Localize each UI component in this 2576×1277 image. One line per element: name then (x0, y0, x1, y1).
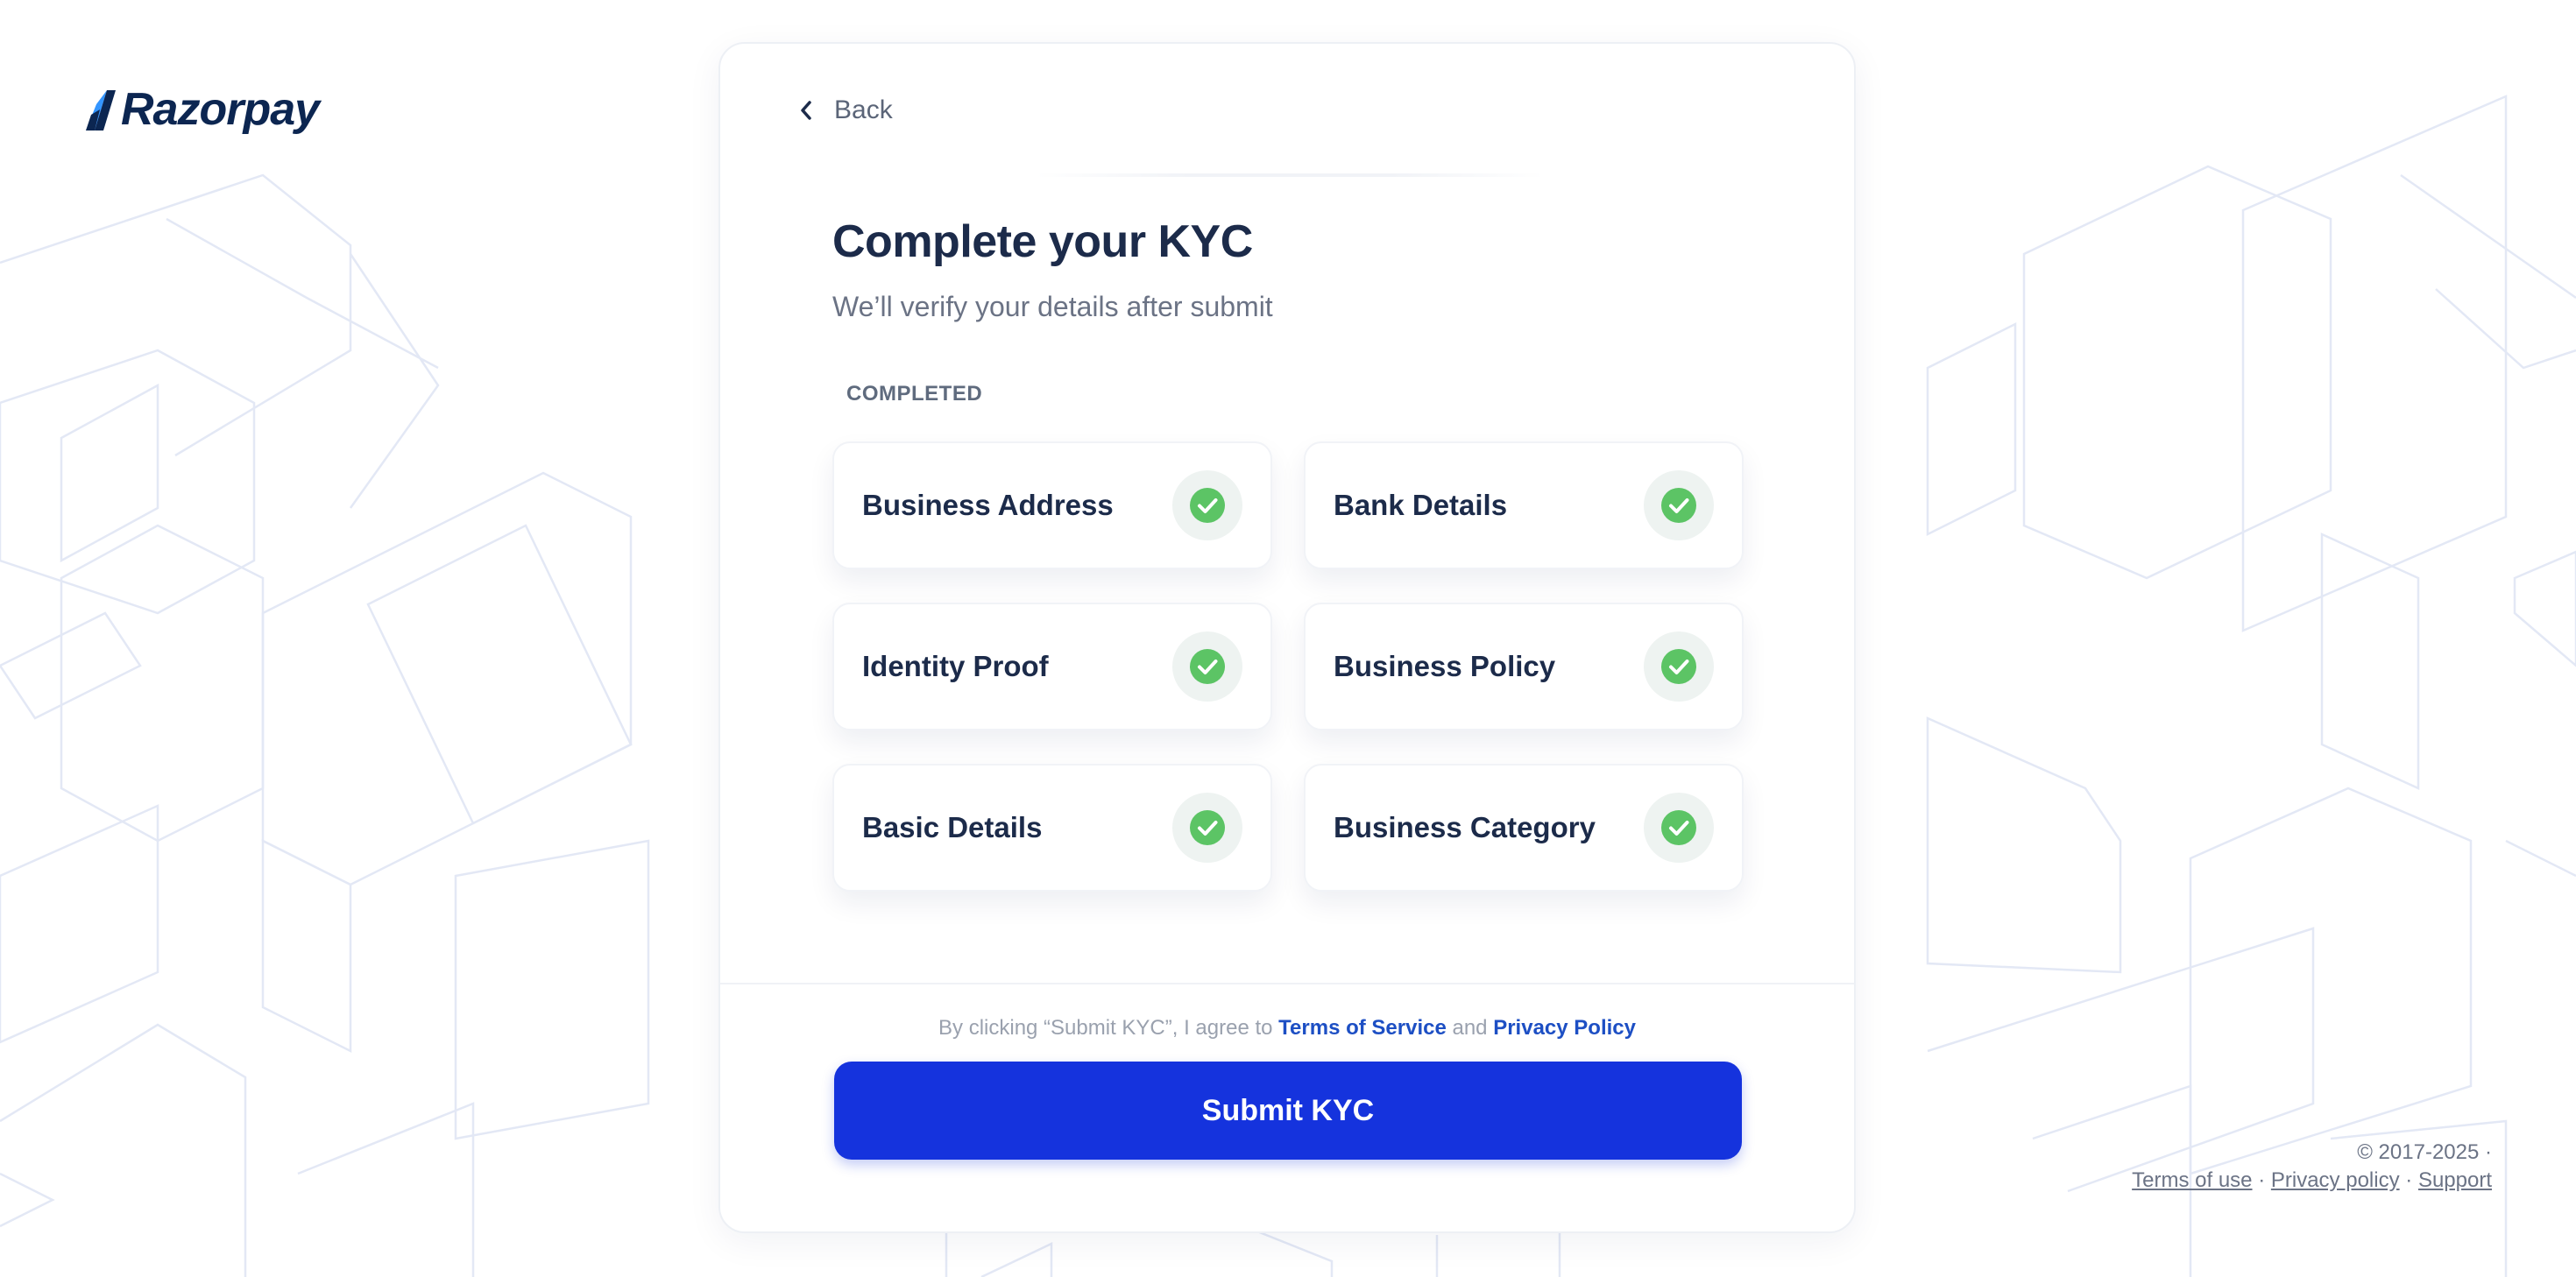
privacy-policy-link[interactable]: Privacy Policy (1493, 1016, 1636, 1040)
copyright-text: © 2017-2025 · (2357, 1140, 2492, 1164)
footer-separator: · (2258, 1168, 2266, 1192)
step-card-basic-details[interactable]: Basic Details (832, 764, 1272, 892)
step-card-bank-details[interactable]: Bank Details (1304, 441, 1744, 569)
razorpay-logo-icon (86, 90, 116, 131)
step-label: Identity Proof (862, 650, 1049, 682)
section-label-completed: COMPLETED (846, 382, 983, 406)
step-card-business-policy[interactable]: Business Policy (1304, 603, 1744, 730)
completed-steps-grid: Business Address Bank Details Identity P… (832, 441, 1744, 892)
kyc-page: Razorpay Back Complete your KYC We’ll ve… (0, 0, 2576, 1277)
chevron-left-icon (801, 101, 811, 120)
submit-kyc-button[interactable]: Submit KYC (834, 1062, 1742, 1160)
page-subtitle: We’ll verify your details after submit (832, 291, 1273, 322)
step-card-business-address[interactable]: Business Address (832, 441, 1272, 569)
card-footer-divider (720, 983, 1854, 984)
check-circle-icon (1644, 631, 1714, 702)
footer-separator: · (2405, 1168, 2413, 1192)
privacy-policy-footer-link[interactable]: Privacy policy (2271, 1168, 2400, 1192)
back-button[interactable]: Back (799, 93, 893, 128)
check-circle-icon (1644, 793, 1714, 863)
check-circle-icon (1172, 631, 1242, 702)
check-circle-icon (1172, 793, 1242, 863)
check-circle-icon (1644, 470, 1714, 540)
step-label: Bank Details (1334, 489, 1508, 521)
step-card-identity-proof[interactable]: Identity Proof (832, 603, 1272, 730)
step-label: Business Address (862, 489, 1114, 521)
progress-divider (1036, 173, 1544, 177)
step-label: Business Category (1334, 811, 1596, 843)
page-footer: © 2017-2025 · Terms of use · Privacy pol… (2132, 1139, 2492, 1195)
check-circle-icon (1172, 470, 1242, 540)
step-card-business-category[interactable]: Business Category (1304, 764, 1744, 892)
step-label: Business Policy (1334, 650, 1556, 682)
agreement-connector: and (1452, 1016, 1488, 1040)
back-label: Back (834, 95, 893, 124)
step-label: Basic Details (862, 811, 1043, 843)
terms-of-service-link[interactable]: Terms of Service (1278, 1016, 1447, 1040)
agreement-prefix: By clicking “Submit KYC”, I agree to (938, 1016, 1273, 1040)
kyc-card: Back Complete your KYC We’ll verify your… (718, 42, 1856, 1233)
footer-links: Terms of use · Privacy policy · Support (2132, 1167, 2492, 1195)
razorpay-logo[interactable]: Razorpay (84, 81, 320, 138)
agreement-text: By clicking “Submit KYC”, I agree to Ter… (720, 1016, 1854, 1041)
brand-name: Razorpay (121, 84, 320, 135)
page-title: Complete your KYC (832, 216, 1253, 267)
terms-of-use-link[interactable]: Terms of use (2132, 1168, 2252, 1192)
support-link[interactable]: Support (2418, 1168, 2492, 1192)
